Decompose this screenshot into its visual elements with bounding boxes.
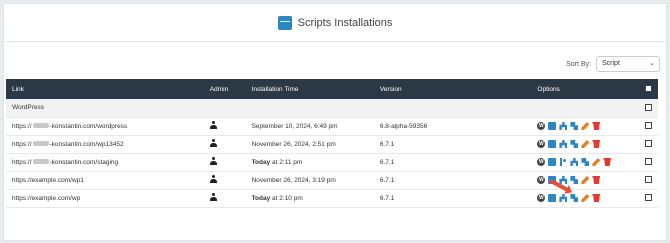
select-all-checkbox[interactable] [644,85,652,93]
delete-icon[interactable] [603,158,612,166]
sitemap-icon[interactable] [559,176,568,184]
edit-icon[interactable] [592,158,601,166]
install-link-prefix[interactable]: https:// [12,123,32,130]
delete-icon[interactable] [592,122,601,130]
installation-time: September 10, 2024, 6:49 pm [245,117,374,136]
table-row: https://example.com/wp Today at 2:10 pm … [6,189,658,208]
install-link-suffix[interactable]: -konstantin.com/wp13452 [50,141,124,148]
options-group: W [537,158,633,166]
col-installation-time: Installation Time [251,85,299,93]
staging-icon[interactable] [548,140,557,148]
edit-icon[interactable] [581,140,590,148]
row-checkbox[interactable] [644,176,652,184]
link-cell: https://example.com/wp1 [6,171,204,190]
wordpress-icon[interactable]: W [537,140,546,148]
options-group: W [537,194,633,202]
install-link-prefix[interactable]: https:// [12,159,32,166]
redacted-text [32,141,49,147]
col-options: Options [537,85,560,93]
link-cell: https:// -konstantin.com/wordpress [6,117,204,136]
redacted-text [32,159,49,165]
table-row: https:// -konstantin.com/wp13452 November… [6,135,658,154]
col-admin: Admin [209,85,229,93]
edit-icon[interactable] [581,194,590,202]
version: 6.7.1 [373,189,532,208]
group-checkbox[interactable] [644,104,652,112]
admin-user-icon[interactable] [209,175,217,183]
install-link[interactable]: https://example.com/wp [12,195,80,202]
clone-icon[interactable] [581,158,590,166]
wordpress-icon[interactable]: W [537,158,546,166]
install-link[interactable]: https://example.com/wp1 [12,177,84,184]
wordpress-icon[interactable]: W [537,194,546,202]
sort-select-value: Script [602,60,620,67]
admin-user-icon[interactable] [209,157,217,165]
sitemap-icon[interactable] [559,122,568,130]
install-link-suffix[interactable]: -konstantin.com/wordpress [50,123,128,130]
panel-header: Scripts Installations [4,4,666,42]
admin-user-icon[interactable] [209,193,217,201]
table-row: https:// -konstantin.com/wordpress Septem… [6,117,658,136]
clone-icon[interactable] [570,140,579,148]
options-group: W [537,140,633,148]
link-cell: https:// -konstantin.com/staging [6,153,204,172]
clone-icon[interactable] [570,194,579,202]
installation-time: November 26, 2024, 3:19 pm [245,171,374,190]
sort-control: Sort By: Script ⌄ [566,56,660,72]
staging-icon[interactable] [548,194,557,202]
edit-icon[interactable] [581,176,590,184]
col-link: Link [12,85,24,93]
row-checkbox[interactable] [644,140,652,148]
table-header-row: Link Admin Installation Time Version Opt… [6,79,658,99]
version: 6.7.1 [373,153,532,172]
box-icon [277,15,292,30]
version: 6.8-alpha-59356 [373,117,532,136]
wordpress-icon[interactable]: W [537,176,546,184]
delete-icon[interactable] [592,176,601,184]
group-label: WordPress [6,99,639,118]
sort-label: Sort By: [566,60,591,68]
installation-time: November 26, 2024, 2:51 pm [245,135,374,154]
installation-time: Today at 2:11 pm [245,153,374,172]
push-to-live-icon[interactable] [559,158,567,166]
install-link-prefix[interactable]: https:// [12,141,32,148]
wordpress-icon[interactable]: W [537,122,546,130]
clone-icon[interactable] [570,122,579,130]
version: 6.7.1 [373,135,532,154]
clone-icon[interactable] [570,176,579,184]
install-link-suffix[interactable]: -konstantin.com/staging [50,159,119,166]
redacted-text [32,123,49,129]
link-cell: https:// -konstantin.com/wp13452 [6,135,204,154]
sitemap-icon[interactable] [559,140,568,148]
installation-time: Today at 2:10 pm [245,189,374,208]
options-group: W [537,122,633,130]
admin-user-icon[interactable] [209,121,217,129]
sort-select[interactable]: Script ⌄ [596,56,660,72]
table-row: https:// -konstantin.com/staging Today at… [6,153,658,172]
row-checkbox[interactable] [644,122,652,130]
row-checkbox[interactable] [644,158,652,166]
edit-icon[interactable] [581,122,590,130]
version: 6.7.1 [373,171,532,190]
delete-icon[interactable] [592,194,601,202]
group-row-wordpress: WordPress [6,99,658,118]
staging-icon[interactable] [548,122,557,130]
admin-user-icon[interactable] [209,139,217,147]
col-version: Version [379,85,402,93]
page-title: Scripts Installations [297,16,393,29]
delete-icon[interactable] [592,140,601,148]
chevron-down-icon: ⌄ [649,60,655,67]
sitemap-icon[interactable] [570,158,579,166]
row-checkbox[interactable] [644,194,652,202]
link-cell: https://example.com/wp [6,189,204,208]
staging-icon[interactable] [548,158,557,166]
